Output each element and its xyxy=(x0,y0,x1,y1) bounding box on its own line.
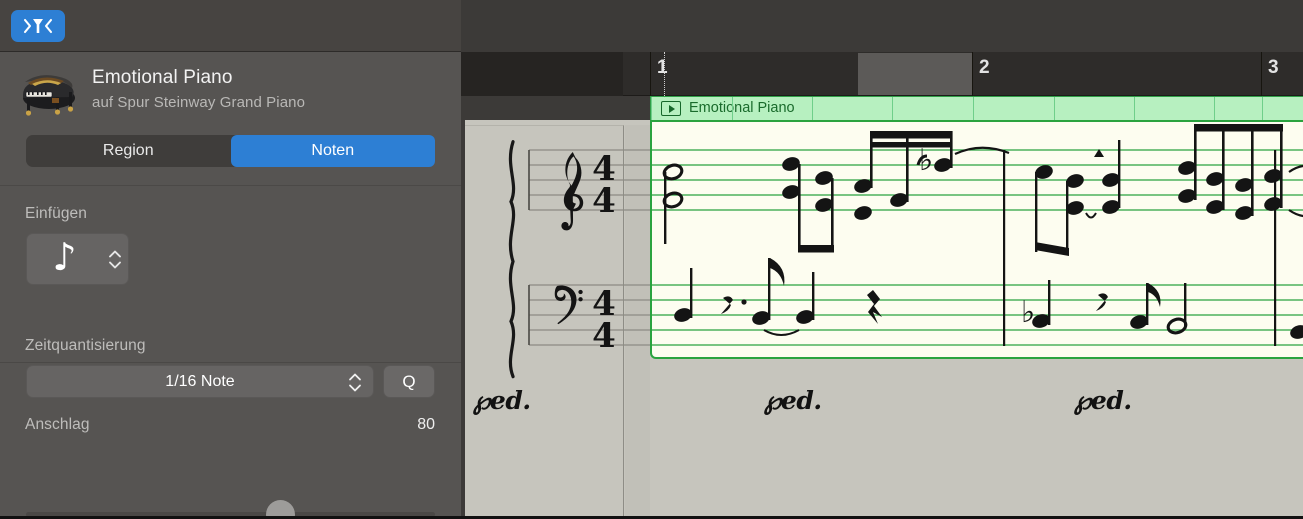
barline-in-score xyxy=(1003,150,1005,346)
half-note-bass xyxy=(1166,283,1187,335)
tab-region[interactable]: Region xyxy=(26,135,231,167)
track-subtitle: auf Spur Steinway Grand Piano xyxy=(92,94,305,111)
grand-piano-icon xyxy=(16,64,78,119)
region-title: Emotional Piano xyxy=(92,67,233,89)
eighth-rest xyxy=(721,296,747,314)
time-signature-treble: 44 xyxy=(592,149,616,221)
score-area: 1 2 3 Emotional Piano xyxy=(461,0,1303,519)
svg-text:4: 4 xyxy=(592,181,616,221)
stepper-updown-icon[interactable] xyxy=(102,250,128,269)
inspector-header: Emotional Piano auf Spur Steinway Grand … xyxy=(0,52,461,132)
tab-noten[interactable]: Noten xyxy=(231,135,436,167)
inspector-mode-toggle[interactable]: Region Noten xyxy=(26,135,435,167)
tie xyxy=(955,148,1009,154)
svg-text:♭: ♭ xyxy=(919,143,933,178)
eighths-group-4 xyxy=(1176,124,1303,222)
treble-clef xyxy=(561,152,583,230)
chevron-down-icon[interactable] xyxy=(108,261,122,269)
grand-staff-brace xyxy=(510,142,513,377)
barline-in-score-2 xyxy=(1274,150,1276,346)
time-signature-bass: 44 xyxy=(592,284,616,356)
staff-lines-outside xyxy=(529,150,650,345)
accidental-flats: ♭ ♭ xyxy=(919,143,1035,330)
divider-2 xyxy=(0,362,461,363)
stepper-updown-icon[interactable] xyxy=(348,373,362,392)
beamed-eighths-1 xyxy=(780,155,834,253)
eighths-group-2 xyxy=(852,131,953,222)
pedal-mark: ℘ed. xyxy=(764,386,822,415)
divider-1 xyxy=(0,185,461,186)
pedal-mark: ℘ed. xyxy=(473,386,531,415)
chevron-up-icon[interactable] xyxy=(348,373,362,381)
eighth-note-bass xyxy=(750,258,784,327)
logic-pro-notation-window: Pianorolle Notation xyxy=(0,0,1303,519)
chevron-up-icon[interactable] xyxy=(108,250,122,258)
filter-funnel-icon[interactable] xyxy=(11,10,65,42)
quantize-apply-button[interactable]: Q xyxy=(383,365,435,398)
insert-note-stepper[interactable]: ♪ xyxy=(26,233,129,285)
inspector-panel: Emotional Piano auf Spur Steinway Grand … xyxy=(0,52,461,519)
svg-text:4: 4 xyxy=(592,316,616,356)
note-head-open xyxy=(662,163,683,244)
tenuto-curve xyxy=(1086,213,1096,218)
eighth-note-icon: ♪ xyxy=(27,238,102,280)
tie-bass xyxy=(764,330,799,335)
velocity-value: 80 xyxy=(417,416,435,434)
insert-label: Einfügen xyxy=(25,205,87,223)
notation-canvas[interactable]: 4/4 44 44 xyxy=(461,0,1303,519)
staff-lines-inside xyxy=(650,150,1303,345)
quantize-select[interactable]: 1/16 Note xyxy=(26,365,374,398)
eighths-group-3 xyxy=(1033,140,1121,256)
quantize-row: 1/16 Note Q xyxy=(26,365,435,398)
velocity-label: Anschlag xyxy=(25,416,90,434)
pedal-mark: ℘ed. xyxy=(1074,386,1132,415)
quantize-label: Zeitquantisierung xyxy=(25,337,146,355)
quarter-rest xyxy=(867,290,882,324)
eighth-rest-2 xyxy=(1096,293,1108,311)
chevron-down-icon[interactable] xyxy=(348,384,362,392)
eighth-note-bass-2 xyxy=(1128,283,1160,331)
filter-funnel-glyph xyxy=(23,17,53,35)
quantize-value: 1/16 Note xyxy=(165,373,234,391)
bass-clef xyxy=(555,286,583,325)
quarter-note-bass xyxy=(794,272,815,326)
